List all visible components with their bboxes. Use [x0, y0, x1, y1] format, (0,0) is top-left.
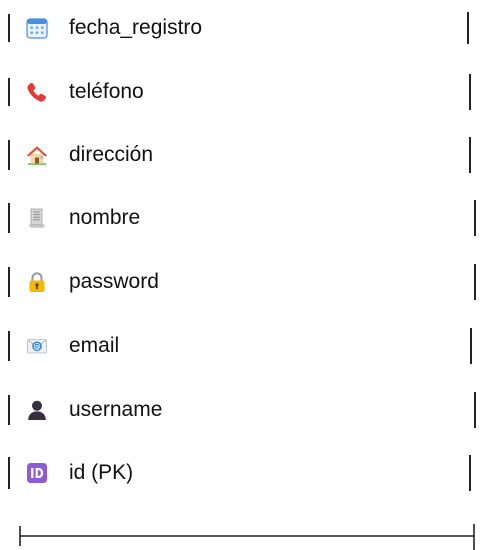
field-label: teléfono — [69, 80, 144, 103]
row-right-bar — [474, 200, 476, 236]
lock-icon — [29, 272, 45, 292]
field-label: id (PK) — [69, 461, 134, 484]
calendar-icon — [26, 18, 48, 39]
field-row-nombre: nombre — [0, 198, 486, 238]
document-icon — [29, 208, 45, 228]
row-left-bar — [8, 267, 10, 297]
user-silhouette-icon — [28, 400, 46, 420]
field-row-fecha-registro: fecha_registro — [0, 8, 486, 48]
field-label: email — [69, 334, 120, 357]
row-left-bar — [8, 203, 10, 233]
row-right-bar — [469, 455, 471, 491]
row-right-bar — [467, 12, 469, 44]
row-right-bar — [470, 328, 472, 364]
telephone-icon — [27, 82, 47, 102]
field-row-username: username — [0, 390, 486, 430]
field-label: dirección — [69, 143, 154, 166]
row-right-bar — [474, 392, 476, 428]
field-row-telefono: teléfono — [0, 72, 486, 112]
relationship-line — [19, 524, 475, 550]
row-left-bar — [8, 78, 10, 106]
row-left-bar — [8, 14, 10, 42]
field-row-password: password — [0, 262, 486, 302]
row-left-bar — [8, 331, 10, 361]
field-row-id-pk: id (PK) — [0, 453, 486, 493]
row-right-bar — [469, 137, 471, 173]
svg-text:@: @ — [33, 342, 41, 351]
field-row-email: @ email — [0, 326, 486, 366]
field-label: password — [69, 270, 159, 293]
email-envelope-icon: @ — [27, 339, 47, 354]
field-label: username — [69, 398, 163, 421]
row-right-bar — [474, 264, 476, 300]
id-badge-icon — [27, 463, 47, 483]
field-label: nombre — [69, 206, 141, 229]
house-icon — [27, 146, 47, 165]
row-right-bar — [469, 74, 471, 110]
row-left-bar — [8, 140, 10, 170]
row-left-bar — [8, 457, 10, 489]
field-label: fecha_registro — [69, 16, 203, 39]
row-left-bar — [8, 395, 10, 425]
field-row-direccion: dirección — [0, 135, 486, 175]
